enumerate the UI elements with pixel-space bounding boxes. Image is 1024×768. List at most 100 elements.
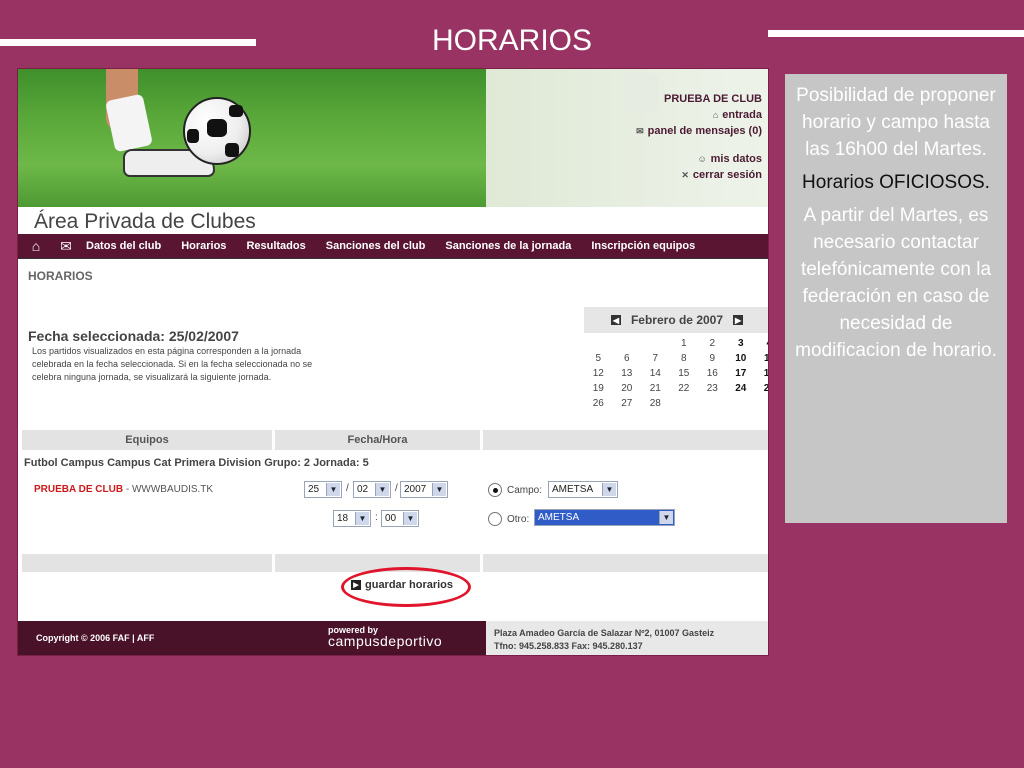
chevron-down-icon: ▼ — [355, 512, 369, 525]
campo-radio[interactable] — [488, 483, 502, 497]
section-heading: HORARIOS — [28, 269, 93, 283]
mail-icon: ✉ — [636, 126, 644, 136]
calendar-day[interactable]: 4 — [755, 337, 768, 351]
nav-divider — [18, 258, 768, 259]
link-mensajes[interactable]: ✉ panel de mensajes (0) — [636, 123, 762, 139]
calendar-header: ◀ Febrero de 2007 ▶ — [584, 307, 768, 333]
col-equipos: Equipos — [22, 430, 272, 450]
nav-datos-club[interactable]: Datos del club — [86, 240, 161, 252]
calendar-day — [698, 397, 727, 411]
nav-sanciones-club[interactable]: Sanciones del club — [326, 240, 426, 252]
calendar-day[interactable]: 23 — [698, 382, 727, 396]
calendar-day[interactable]: 1 — [670, 337, 699, 351]
calendar-day — [641, 337, 670, 351]
footer: Copyright © 2006 FAF | AFF powered by ca… — [18, 621, 768, 655]
chevron-down-icon: ▼ — [659, 511, 673, 524]
calendar-day — [670, 397, 699, 411]
lower-row-3 — [483, 554, 768, 572]
calendar-day[interactable]: 14 — [641, 367, 670, 381]
club-name: PRUEBA DE CLUB — [664, 93, 762, 105]
calendar-day[interactable]: 19 — [584, 382, 613, 396]
calendar-day[interactable]: 22 — [670, 382, 699, 396]
calendar-day — [727, 397, 756, 411]
calendar-day[interactable]: 24 — [727, 382, 756, 396]
campo-label: Campo: — [507, 485, 543, 496]
smile-icon: ☺ — [697, 154, 707, 164]
calendar-day[interactable]: 13 — [613, 367, 642, 381]
brand-logo: campusdeportivo — [328, 633, 443, 649]
calendar-day[interactable]: 5 — [584, 352, 613, 366]
day-select[interactable]: 25 ▼ — [304, 481, 342, 498]
calendar-day[interactable]: 28 — [641, 397, 670, 411]
calendar-day — [613, 337, 642, 351]
minute-select[interactable]: 00 ▼ — [381, 510, 419, 527]
year-select[interactable]: 2007 ▼ — [400, 481, 448, 498]
calendar-grid: 1234567891011121314151617181920212223242… — [584, 333, 768, 411]
prev-month-icon[interactable]: ◀ — [610, 315, 621, 325]
calendar: ◀ Febrero de 2007 ▶ 12345678910111213141… — [584, 307, 768, 411]
calendar-day[interactable]: 15 — [670, 367, 699, 381]
calendar-day[interactable]: 16 — [698, 367, 727, 381]
col-fecha-hora: Fecha/Hora — [275, 430, 480, 450]
nav-horarios[interactable]: Horarios — [181, 240, 226, 252]
calendar-day[interactable]: 9 — [698, 352, 727, 366]
calendar-day[interactable]: 25 — [755, 382, 768, 396]
link-entrada[interactable]: ⌂ entrada — [636, 107, 762, 123]
next-month-icon[interactable]: ▶ — [733, 315, 744, 325]
selected-date-description: Los partidos visualizados en esta página… — [32, 346, 313, 382]
player-sock — [105, 93, 153, 153]
lower-row-1 — [22, 554, 272, 572]
calendar-day[interactable]: 2 — [698, 337, 727, 351]
user-menu: PRUEBA DE CLUB ⌂ entrada ✉ panel de mensaj… — [636, 91, 762, 183]
banner-photo — [18, 69, 486, 207]
calendar-day[interactable]: 10 — [727, 352, 756, 366]
selected-date-title: Fecha seleccionada: 25/02/2007 — [28, 328, 239, 344]
banner: PRUEBA DE CLUB ⌂ entrada ✉ panel de mensaj… — [18, 69, 768, 209]
slide-title: HORARIOS — [431, 24, 593, 57]
nav-inscripcion[interactable]: Inscripción equipos — [591, 240, 695, 252]
link-cerrar-sesion[interactable]: ✕ cerrar sesión — [636, 167, 762, 183]
highlight-circle — [341, 567, 471, 607]
team-name: PRUEBA DE CLUB - WWWBAUDIS.TK — [34, 484, 214, 495]
chevron-down-icon: ▼ — [326, 483, 340, 496]
calendar-month: Febrero de 2007 — [630, 313, 724, 327]
calendar-day[interactable]: 18 — [755, 367, 768, 381]
calendar-day[interactable]: 8 — [670, 352, 699, 366]
calendar-day — [755, 397, 768, 411]
calendar-day[interactable]: 27 — [613, 397, 642, 411]
calendar-day — [584, 337, 613, 351]
calendar-day[interactable]: 20 — [613, 382, 642, 396]
otro-label: Otro: — [507, 514, 530, 525]
nav-sanciones-jornada[interactable]: Sanciones de la jornada — [445, 240, 571, 252]
soccer-ball-icon — [183, 97, 251, 165]
nav-resultados[interactable]: Resultados — [246, 240, 305, 252]
close-icon: ✕ — [681, 170, 689, 180]
hour-select[interactable]: 18 ▼ — [333, 510, 371, 527]
area-title: Área Privada de Clubes — [34, 210, 256, 233]
month-select[interactable]: 02 ▼ — [353, 481, 391, 498]
home-icon[interactable]: ⌂ — [26, 237, 46, 255]
mail-icon[interactable]: ✉ — [56, 237, 76, 255]
otro-radio[interactable] — [488, 512, 502, 526]
note-paragraph-2: Horarios OFICIOSOS. — [802, 172, 990, 193]
otro-select[interactable]: AMETSA ▼ — [534, 509, 675, 526]
info-note: Posibilidad de proponer horario y campo … — [785, 74, 1007, 523]
calendar-day[interactable]: 17 — [727, 367, 756, 381]
note-paragraph-3: A partir del Martes, es necesario contac… — [795, 205, 997, 361]
calendar-day[interactable]: 26 — [584, 397, 613, 411]
calendar-day[interactable]: 3 — [727, 337, 756, 351]
calendar-day[interactable]: 11 — [755, 352, 768, 366]
calendar-day[interactable]: 7 — [641, 352, 670, 366]
main-nav: ⌂ ✉ Datos del club Horarios Resultados S… — [18, 234, 768, 258]
calendar-day[interactable]: 21 — [641, 382, 670, 396]
match-info: Futbol Campus Campus Cat Primera Divisio… — [24, 457, 369, 469]
home-icon: ⌂ — [712, 110, 719, 120]
powered-by: powered by campusdeportivo — [328, 625, 443, 649]
link-mis-datos[interactable]: ☺ mis datos — [636, 151, 762, 167]
copyright: Copyright © 2006 FAF | AFF — [36, 633, 155, 643]
campo-select[interactable]: AMETSA ▼ — [548, 481, 618, 498]
calendar-day[interactable]: 12 — [584, 367, 613, 381]
note-paragraph-1: Posibilidad de proponer horario y campo … — [796, 85, 996, 160]
chevron-down-icon: ▼ — [375, 483, 389, 496]
calendar-day[interactable]: 6 — [613, 352, 642, 366]
